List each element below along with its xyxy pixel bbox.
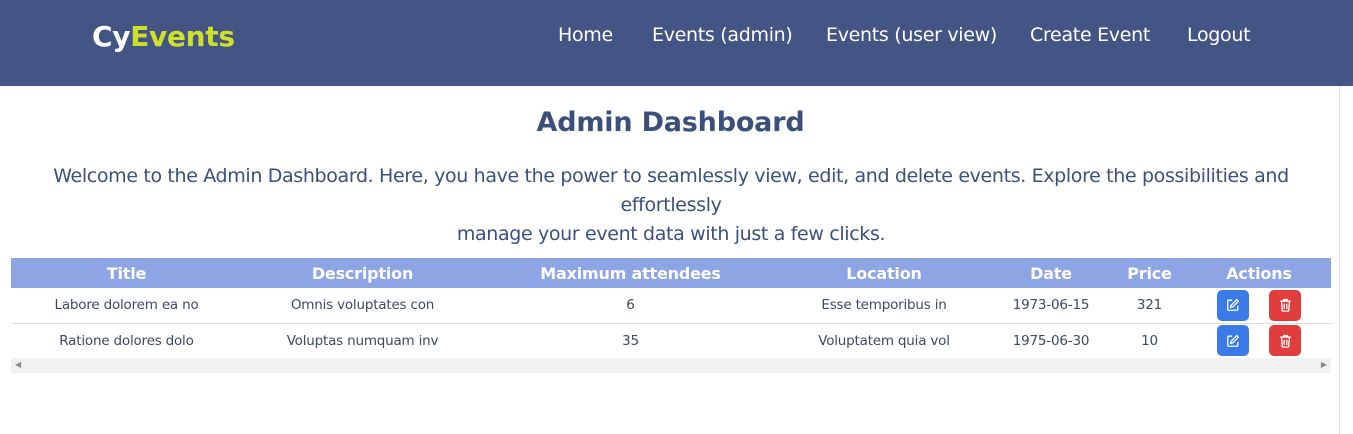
cell-date: 1973-06-15	[1012, 297, 1090, 314]
header-actions: Actions	[1226, 263, 1292, 283]
navbar: CyEvents Home Events (admin) Events (use…	[0, 0, 1353, 86]
cell-max-attendees: 35	[622, 332, 639, 349]
cell-price: 321	[1136, 297, 1163, 314]
intro-text: Welcome to the Admin Dashboard. Here, yo…	[6, 162, 1336, 249]
events-table-container: Title Description Maximum attendees Loca…	[11, 258, 1331, 373]
table-header-row: Title Description Maximum attendees Loca…	[11, 258, 1331, 288]
edit-button[interactable]	[1217, 325, 1249, 356]
nav-logout-link[interactable]: Logout	[1187, 24, 1251, 46]
trash-icon	[1279, 334, 1291, 348]
nav-create-event-link[interactable]: Create Event	[1030, 24, 1150, 46]
events-table: Title Description Maximum attendees Loca…	[11, 258, 1331, 359]
cell-actions	[1187, 288, 1331, 323]
cell-max-attendees: 6	[626, 297, 635, 314]
header-location: Location	[846, 263, 922, 283]
delete-button[interactable]	[1269, 289, 1301, 321]
table-row: Ratione dolores dolo Voluptas numquam in…	[11, 323, 1331, 358]
header-price: Price	[1127, 263, 1172, 283]
nav-home-link[interactable]: Home	[558, 24, 613, 46]
edit-icon	[1227, 334, 1240, 347]
header-description: Description	[311, 263, 414, 283]
nav-events-user-view-link[interactable]: Events (user view)	[826, 24, 997, 46]
cell-title: Labore dolorem ea no	[54, 297, 199, 314]
delete-button[interactable]	[1269, 325, 1301, 356]
header-date: Date	[1030, 263, 1072, 283]
intro-line-2: manage your event data with just a few c…	[456, 223, 886, 245]
intro-line-1: Welcome to the Admin Dashboard. Here, yo…	[53, 165, 1289, 216]
cell-title: Ratione dolores dolo	[59, 332, 194, 349]
cell-price: 10	[1141, 332, 1158, 349]
header-title: Title	[106, 263, 147, 283]
cell-description: Omnis voluptates con	[290, 297, 435, 314]
cell-date: 1975-06-30	[1012, 332, 1090, 349]
table-horizontal-scrollbar[interactable]: ◀ ▶	[11, 358, 1331, 373]
page-title: Admin Dashboard	[536, 107, 805, 138]
edit-icon	[1227, 298, 1240, 312]
scroll-right-arrow-icon[interactable]: ▶	[1321, 360, 1327, 369]
nav-events-admin-link[interactable]: Events (admin)	[652, 24, 793, 46]
table-row: Labore dolorem ea no Omnis voluptates co…	[11, 288, 1331, 323]
cell-description: Voluptas numquam inv	[286, 332, 439, 349]
edit-button[interactable]	[1217, 289, 1249, 321]
cell-actions	[1187, 323, 1331, 358]
header-maximum-attendees: Maximum attendees	[540, 263, 721, 283]
page-vertical-scrollbar[interactable]	[1339, 86, 1353, 434]
trash-icon	[1279, 299, 1291, 313]
cell-location: Esse temporibus in	[821, 297, 947, 314]
scroll-left-arrow-icon[interactable]: ◀	[15, 360, 21, 369]
nav-links: Home Events (admin) Events (user view) C…	[0, 24, 1353, 52]
cell-location: Voluptatem quia vol	[818, 332, 950, 349]
